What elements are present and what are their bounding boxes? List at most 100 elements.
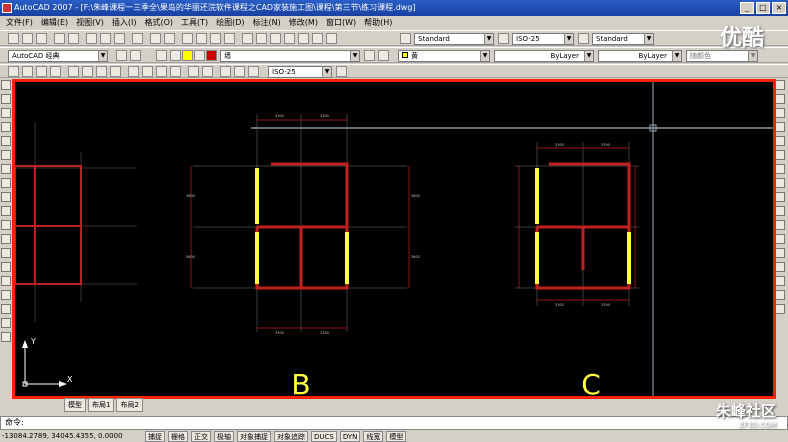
model-toggle[interactable]: 模型 [386,431,407,442]
copy-object-icon[interactable] [775,94,785,104]
workspace-settings-icon[interactable] [116,50,127,61]
zoom-previous-icon[interactable] [224,33,235,44]
quick-leader-icon[interactable] [170,66,181,77]
tolerance-icon[interactable] [188,66,199,77]
maximize-icon[interactable]: □ [756,2,770,14]
stretch-icon[interactable] [775,192,785,202]
menu-file[interactable]: 文件(F) [6,16,33,30]
hatch-icon[interactable] [1,276,11,286]
tab-layout1[interactable]: 布局1 [88,398,115,412]
snap-toggle[interactable]: 捕捉 [145,431,165,442]
layer-manager-icon[interactable] [156,50,167,61]
copy-icon[interactable] [100,33,111,44]
redo-icon[interactable] [164,33,175,44]
preview-icon[interactable] [68,33,79,44]
polar-toggle[interactable]: 极轴 [214,431,234,442]
revision-cloud-icon[interactable] [1,178,11,188]
plot-icon[interactable] [54,33,65,44]
polygon-icon[interactable] [1,122,11,132]
scale-icon[interactable] [775,178,785,188]
close-icon[interactable]: × [772,2,786,14]
trim-icon[interactable] [775,206,785,216]
fillet-icon[interactable] [775,290,785,300]
chamfer-icon[interactable] [775,276,785,286]
grid-toggle[interactable]: 栅格 [168,431,188,442]
dim-update-icon[interactable] [248,66,259,77]
cut-icon[interactable] [86,33,97,44]
pan-icon[interactable] [182,33,193,44]
region-icon[interactable] [1,304,11,314]
dim-style-select-2[interactable]: ISO-25 ▼ [268,66,332,78]
offset-icon[interactable] [775,122,785,132]
minimize-icon[interactable]: _ [740,2,754,14]
dyn-toggle[interactable]: DYN [339,431,361,442]
menu-view[interactable]: 视图(V) [76,16,104,30]
array-icon[interactable] [775,136,785,146]
lineweight-select[interactable]: ByLayer ▼ [598,50,682,62]
osnap-toggle[interactable]: 对象捕捉 [237,431,271,442]
dim-style-manager-icon[interactable] [336,66,347,77]
design-center-icon[interactable] [256,33,267,44]
menu-window[interactable]: 窗口(W) [326,16,356,30]
properties-icon[interactable] [242,33,253,44]
command-line[interactable]: 命令: [0,416,788,430]
center-mark-icon[interactable] [202,66,213,77]
join-icon[interactable] [775,262,785,272]
spline-icon[interactable] [1,192,11,202]
gradient-icon[interactable] [1,290,11,300]
paste-icon[interactable] [114,33,125,44]
line-icon[interactable] [1,80,11,90]
layer-previous-icon[interactable] [378,50,389,61]
menu-dimension[interactable]: 标注(N) [253,16,281,30]
dim-style-select[interactable]: ISO-25 ▼ [512,33,574,45]
continue-dim-icon[interactable] [156,66,167,77]
workspace-save-icon[interactable] [130,50,141,61]
menu-help[interactable]: 帮助(H) [364,16,392,30]
break-at-point-icon[interactable] [775,234,785,244]
open-file-icon[interactable] [22,33,33,44]
layer-select[interactable]: 墙 ▼ [220,50,360,62]
mtext-icon[interactable] [1,332,11,342]
help-icon[interactable] [326,33,337,44]
lineweight-toggle[interactable]: 线宽 [363,431,384,442]
zoom-window-icon[interactable] [210,33,221,44]
diameter-dim-icon[interactable] [96,66,107,77]
ellipse-arc-icon[interactable] [1,220,11,230]
text-style-select[interactable]: Standard ▼ [414,33,494,45]
erase-icon[interactable] [775,80,785,90]
table-icon[interactable] [1,318,11,328]
jogged-dim-icon[interactable] [82,66,93,77]
arc-length-icon[interactable] [36,66,47,77]
markup-icon[interactable] [298,33,309,44]
circle-icon[interactable] [1,164,11,174]
undo-icon[interactable] [150,33,161,44]
make-layer-current-icon[interactable] [364,50,375,61]
tab-model[interactable]: 模型 [64,398,86,412]
color-select[interactable]: 黄 ▼ [398,50,490,62]
explode-icon[interactable] [775,304,785,314]
extend-icon[interactable] [775,220,785,230]
tool-palettes-icon[interactable] [270,33,281,44]
table-style-select[interactable]: Standard ▼ [592,33,654,45]
otrack-toggle[interactable]: 对象追踪 [274,431,308,442]
aligned-dim-icon[interactable] [22,66,33,77]
linear-dim-icon[interactable] [8,66,19,77]
rotate-icon[interactable] [775,164,785,174]
quick-dim-icon[interactable] [128,66,139,77]
point-icon[interactable] [1,262,11,272]
zoom-realtime-icon[interactable] [196,33,207,44]
match-properties-icon[interactable] [132,33,143,44]
insert-block-icon[interactable] [1,234,11,244]
mirror-icon[interactable] [775,108,785,118]
sheet-set-icon[interactable] [284,33,295,44]
move-icon[interactable] [775,150,785,160]
dim-text-edit-icon[interactable] [234,66,245,77]
radius-dim-icon[interactable] [68,66,79,77]
baseline-dim-icon[interactable] [142,66,153,77]
construction-line-icon[interactable] [1,94,11,104]
break-icon[interactable] [775,248,785,258]
menu-edit[interactable]: 编辑(E) [41,16,68,30]
drawing-canvas[interactable]: 3300 3300 3300 3300 3600 3600 3600 3600 [15,82,773,396]
linetype-select[interactable]: ByLayer ▼ [494,50,594,62]
make-block-icon[interactable] [1,248,11,258]
